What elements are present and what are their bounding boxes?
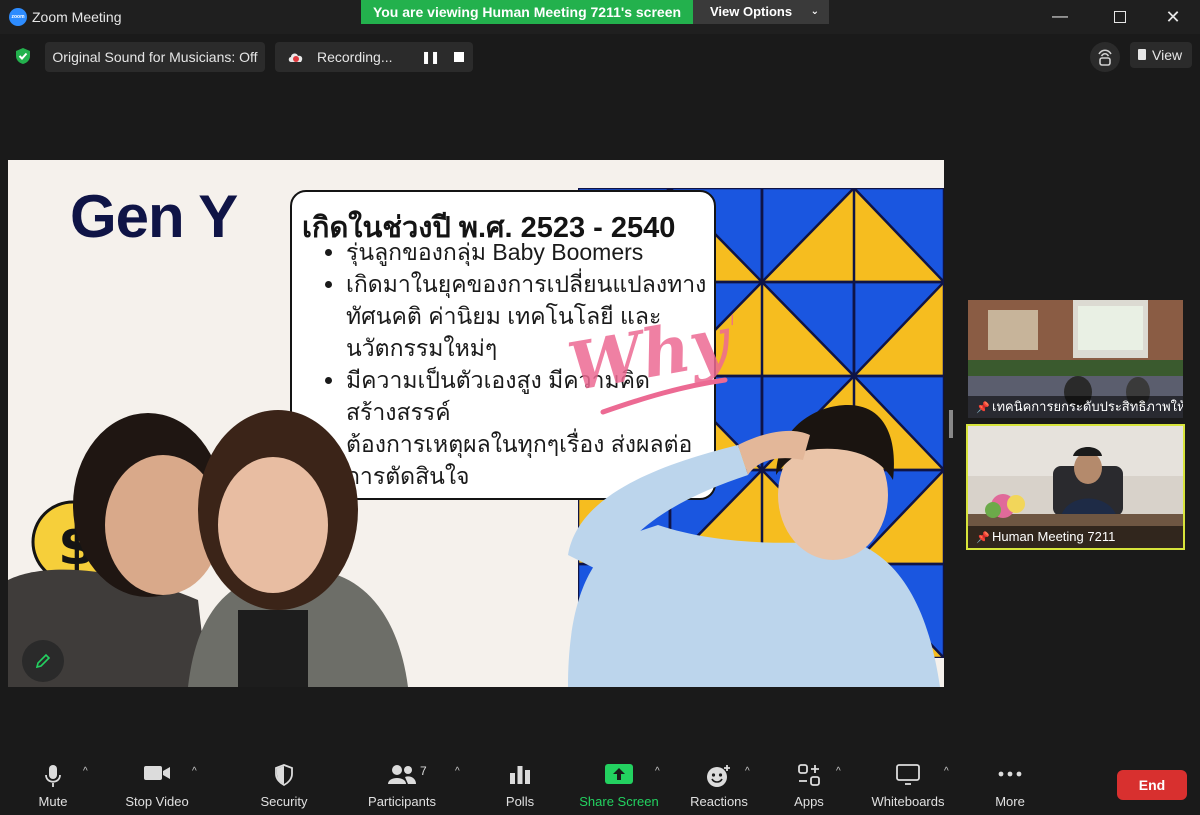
share-screen-button[interactable]: Share Screen [574, 748, 664, 815]
list-item: รุ่นลูกของกลุ่ม Baby Boomers [346, 236, 716, 268]
video-options-caret[interactable]: ^ [192, 766, 197, 777]
participant-name-label: 📌 เทคนิคการยกระดับประสิทธิภาพให้... [968, 396, 1183, 418]
pause-recording-button[interactable]: ❚❚ [419, 42, 441, 72]
more-button[interactable]: More [980, 748, 1040, 815]
cloud-recording-icon [288, 53, 303, 62]
annotate-button[interactable] [22, 640, 64, 682]
participant-video-tile[interactable]: 📌 เทคนิคการยกระดับประสิทธิภาพให้... [968, 300, 1183, 418]
immersive-view-button[interactable] [1090, 42, 1120, 72]
chevron-down-icon: ⌄ [810, 6, 819, 17]
participant-name-label: 📌 Human Meeting 7211 [968, 526, 1183, 548]
video-camera-icon [144, 766, 170, 780]
apps-options-caret[interactable]: ^ [836, 766, 841, 777]
reactions-button[interactable]: Reactions [684, 748, 754, 815]
why-annotation: Why? [563, 300, 733, 415]
shared-screen-slide[interactable]: Gen Y เกิดในช่วงปี พ.ศ. 2523 - 2540 รุ่น… [8, 160, 944, 687]
stop-recording-button[interactable] [454, 52, 464, 62]
participants-icon [388, 765, 416, 784]
pencil-icon [35, 653, 51, 669]
immersive-view-icon [1098, 49, 1112, 66]
end-meeting-button[interactable]: End [1117, 770, 1187, 800]
meeting-toolbar: Mute ^ Stop Video ^ Security 7 Participa… [0, 748, 1200, 815]
view-button[interactable]: View [1130, 42, 1192, 68]
apps-icon [798, 764, 820, 786]
participants-options-caret[interactable]: ^ [455, 766, 460, 777]
close-button[interactable]: ✕ [1159, 6, 1187, 28]
participants-button[interactable]: 7 Participants [357, 748, 447, 815]
participants-count: 7 [420, 764, 427, 778]
pin-icon: 📌 [976, 402, 990, 414]
original-sound-button[interactable]: Original Sound for Musicians: Off [45, 42, 265, 72]
maximize-icon [1114, 10, 1126, 23]
pin-icon: 📌 [976, 532, 990, 544]
recording-label: Recording... [317, 49, 393, 65]
whiteboards-options-caret[interactable]: ^ [944, 766, 949, 777]
title-bar: zoom Zoom Meeting You are viewing Human … [0, 0, 1200, 34]
bar-chart-icon [510, 766, 530, 784]
slide-title: Gen Y [70, 183, 238, 250]
window-title: Zoom Meeting [32, 9, 122, 25]
security-button[interactable]: Security [249, 748, 319, 815]
security-shield-icon [275, 764, 293, 786]
maximize-button[interactable] [1106, 6, 1134, 28]
whiteboards-button[interactable]: Whiteboards [863, 748, 953, 815]
share-screen-icon [605, 764, 633, 784]
active-speaker-video-tile[interactable]: 📌 Human Meeting 7211 [966, 424, 1185, 550]
emoji-icon [707, 765, 730, 787]
polls-button[interactable]: Polls [490, 748, 550, 815]
mute-options-caret[interactable]: ^ [83, 766, 88, 777]
minimize-button[interactable]: — [1046, 6, 1074, 28]
reactions-options-caret[interactable]: ^ [745, 766, 750, 777]
whiteboard-icon [896, 764, 920, 785]
view-label: View [1152, 47, 1183, 63]
view-options-button[interactable]: View Options ⌄ [693, 0, 829, 24]
panel-resize-handle[interactable] [949, 410, 953, 438]
encryption-shield-icon[interactable] [14, 47, 32, 65]
why-text: Why? [563, 300, 733, 406]
couple-photo: $ [8, 410, 408, 687]
saluting-man-photo [568, 405, 940, 687]
stop-video-button[interactable]: Stop Video [117, 748, 197, 815]
recording-indicator: Recording... [275, 42, 473, 72]
zoom-logo-icon: zoom [9, 8, 27, 26]
more-dots-icon [998, 771, 1022, 777]
view-layout-icon [1138, 49, 1146, 60]
view-options-label: View Options [710, 4, 793, 19]
apps-button[interactable]: Apps [784, 748, 834, 815]
microphone-icon [45, 765, 61, 787]
viewing-screen-banner: You are viewing Human Meeting 7211's scr… [361, 0, 693, 24]
mute-button[interactable]: Mute [18, 748, 88, 815]
share-options-caret[interactable]: ^ [655, 766, 660, 777]
